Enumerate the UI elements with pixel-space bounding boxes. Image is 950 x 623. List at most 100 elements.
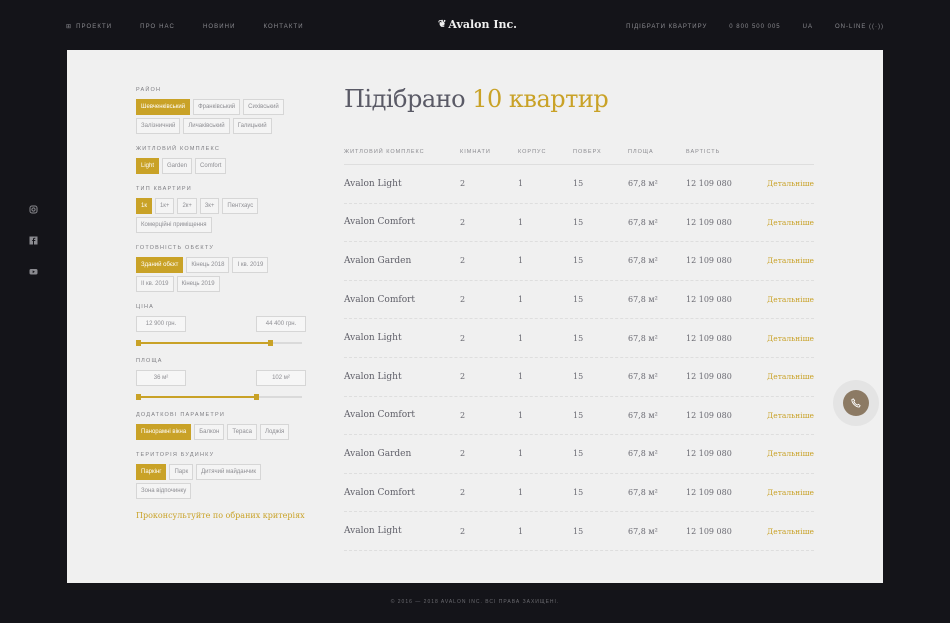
- table-row[interactable]: Avalon Light 2 1 15 67,8 м² 12 109 080 Детальн…: [344, 319, 814, 358]
- nav-about[interactable]: ПРО НАС: [140, 23, 175, 31]
- filter-chip[interactable]: Comfort: [195, 158, 227, 174]
- area-slider-min-handle[interactable]: [136, 394, 141, 400]
- filter-chip[interactable]: Галицький: [232, 118, 272, 134]
- consult-link[interactable]: Проконсультуйте по обраних критеріях: [136, 511, 306, 520]
- filter-chip[interactable]: Тераса: [227, 424, 258, 440]
- area-min-input[interactable]: 36 м²: [136, 370, 186, 386]
- facebook-icon[interactable]: [29, 236, 38, 245]
- cell-building: 1: [518, 526, 524, 536]
- nav-news[interactable]: НОВИНИ: [203, 23, 236, 31]
- price-min-input[interactable]: 12 900 грн.: [136, 316, 186, 332]
- cell-rooms: 2: [460, 295, 466, 305]
- cell-building: 1: [518, 488, 524, 498]
- filter-chip[interactable]: Балкон: [194, 424, 225, 440]
- filter-chip[interactable]: Личаківський: [183, 118, 230, 134]
- language-switch[interactable]: UA: [803, 23, 813, 31]
- table-row[interactable]: Avalon Comfort 2 1 15 67,8 м² 12 109 080 Детал…: [344, 204, 814, 243]
- filter-chip[interactable]: Комерційні приміщення: [136, 217, 212, 233]
- details-link[interactable]: Детальніше: [764, 488, 814, 497]
- filter-chip[interactable]: Зона відпочинку: [136, 483, 192, 499]
- filter-chip[interactable]: 3к+: [199, 198, 220, 214]
- cell-floor: 15: [573, 256, 584, 266]
- instagram-icon[interactable]: [29, 205, 38, 214]
- filters-panel: РАЙОН Шевченківський Франківський Сихівськ…: [136, 87, 306, 520]
- details-link[interactable]: Детальніше: [764, 527, 814, 536]
- filter-chip[interactable]: Парк: [169, 464, 194, 480]
- cell-building: 1: [518, 449, 524, 459]
- area-max-input[interactable]: 102 м²: [256, 370, 306, 386]
- table-row[interactable]: Avalon Light 2 1 15 67,8 м² 12 109 080 Детальн…: [344, 165, 814, 204]
- filter-chip[interactable]: Кінець 2019: [176, 276, 220, 292]
- filter-chip[interactable]: Garden: [162, 158, 193, 174]
- filter-chip[interactable]: Дитячий майданчик: [196, 464, 262, 480]
- cell-floor: 15: [573, 526, 584, 536]
- details-link[interactable]: Детальніше: [764, 295, 814, 304]
- filter-chip[interactable]: Паркінг: [136, 464, 167, 480]
- logo[interactable]: ❦ Avalon Inc.: [438, 18, 517, 31]
- cell-price: 12 109 080: [686, 410, 732, 420]
- filter-chip[interactable]: Шевченківський: [136, 99, 191, 115]
- filter-chip[interactable]: Пентхаус: [222, 198, 259, 214]
- online-chat[interactable]: ON-LINE ((·)): [835, 23, 884, 31]
- cell-price: 12 109 080: [686, 449, 732, 459]
- details-link[interactable]: Детальніше: [764, 372, 814, 381]
- cell-building: 1: [518, 333, 524, 343]
- details-link[interactable]: Детальніше: [764, 449, 814, 458]
- filter-chip[interactable]: Лоджія: [260, 424, 290, 440]
- menu-grid-icon: ⊞: [66, 24, 73, 30]
- logo-text: Avalon Inc.: [448, 18, 518, 31]
- cell-area: 67,8 м²: [628, 217, 658, 227]
- cell-floor: 15: [573, 372, 584, 382]
- table-row[interactable]: Avalon Comfort 2 1 15 67,8 м² 12 109 080 Детал…: [344, 397, 814, 436]
- filter-chip[interactable]: Залізничний: [136, 118, 181, 134]
- table-row[interactable]: Avalon Light 2 1 15 67,8 м² 12 109 080 Детальн…: [344, 512, 814, 551]
- col-rooms[interactable]: КІМНАТИ: [460, 148, 518, 162]
- col-building[interactable]: КОРПУС: [518, 148, 573, 162]
- price-slider-min-handle[interactable]: [136, 340, 141, 346]
- table-row[interactable]: Avalon Comfort 2 1 15 67,8 м² 12 109 080 Детал…: [344, 474, 814, 513]
- filter-chip[interactable]: ІІ кв. 2019: [136, 276, 174, 292]
- filter-chip[interactable]: І кв. 2019: [232, 257, 269, 273]
- call-button[interactable]: [833, 380, 879, 426]
- price-slider-max-handle[interactable]: [268, 340, 274, 346]
- filter-chip[interactable]: Кінець 2018: [186, 257, 230, 273]
- details-link[interactable]: Детальніше: [764, 218, 814, 227]
- cell-building: 1: [518, 179, 524, 189]
- col-complex[interactable]: ЖИТЛОВИЙ КОМПЛЕКС: [344, 148, 460, 162]
- col-floor[interactable]: ПОВЕРХ: [573, 148, 628, 162]
- logo-mark-icon: ❦: [438, 19, 447, 30]
- table-row[interactable]: Avalon Light 2 1 15 67,8 м² 12 109 080 Детальн…: [344, 358, 814, 397]
- cell-area: 67,8 м²: [628, 333, 658, 343]
- table-row[interactable]: Avalon Garden 2 1 15 67,8 м² 12 109 080 Деталь…: [344, 435, 814, 474]
- cell-floor: 15: [573, 333, 584, 343]
- area-slider-max-handle[interactable]: [253, 394, 259, 400]
- col-price[interactable]: ВАРТІСТЬ: [686, 148, 764, 162]
- filter-chip[interactable]: Сихівський: [243, 99, 284, 115]
- filter-chip[interactable]: 1к+: [154, 198, 175, 214]
- nav-projects-label: ПРОЕКТИ: [76, 24, 113, 30]
- nav-contacts[interactable]: КОНТАКТИ: [264, 23, 304, 31]
- details-link[interactable]: Детальніше: [764, 179, 814, 188]
- price-max-input[interactable]: 44 400 грн.: [256, 316, 306, 332]
- youtube-icon[interactable]: [29, 267, 38, 276]
- filter-chip[interactable]: Франківський: [193, 99, 241, 115]
- price-slider[interactable]: [136, 340, 302, 346]
- details-link[interactable]: Детальніше: [764, 411, 814, 420]
- filter-chip[interactable]: 2к+: [177, 198, 197, 214]
- details-link[interactable]: Детальніше: [764, 334, 814, 343]
- filter-chip[interactable]: Зданий обєкт: [136, 257, 184, 273]
- cell-floor: 15: [573, 488, 584, 498]
- cell-rooms: 2: [460, 217, 466, 227]
- col-area[interactable]: ПЛОЩА: [628, 148, 686, 162]
- nav-find-apartment[interactable]: ПІДІБРАТИ КВАРТИРУ: [626, 23, 707, 31]
- filter-chip[interactable]: 1к: [136, 198, 152, 214]
- filter-chip[interactable]: Light: [136, 158, 160, 174]
- table-row[interactable]: Avalon Garden 2 1 15 67,8 м² 12 109 080 Деталь…: [344, 242, 814, 281]
- cell-name: Avalon Light: [344, 526, 402, 537]
- nav-projects[interactable]: ⊞ ПРОЕКТИ: [66, 23, 112, 31]
- filter-chip[interactable]: Панорамні вікна: [136, 424, 192, 440]
- table-row[interactable]: Avalon Comfort 2 1 15 67,8 м² 12 109 080 Детал…: [344, 281, 814, 320]
- details-link[interactable]: Детальніше: [764, 256, 814, 265]
- phone-number[interactable]: 0 800 500 005: [729, 23, 780, 31]
- area-slider[interactable]: [136, 394, 302, 400]
